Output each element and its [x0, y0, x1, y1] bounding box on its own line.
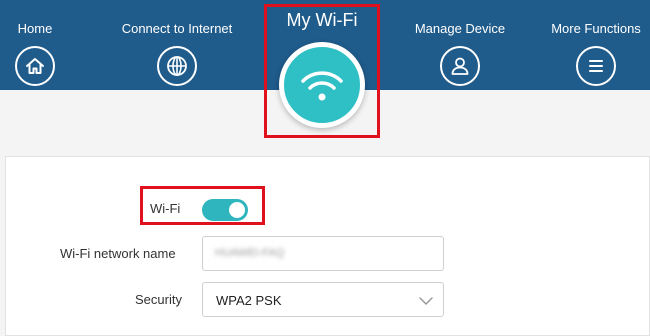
nav-connect-label: Connect to Internet [121, 21, 233, 36]
wifi-icon [279, 42, 365, 128]
network-name-input[interactable]: HUAWEI-FAQ [202, 236, 444, 271]
nav-my-wifi[interactable]: My Wi-Fi [264, 0, 380, 140]
nav-manage-label: Manage Device [414, 21, 506, 36]
menu-icon [576, 46, 616, 86]
network-name-label: Wi-Fi network name [60, 246, 176, 261]
security-value: WPA2 PSK [216, 293, 282, 308]
globe-icon [157, 46, 197, 86]
nav-manage-device[interactable]: Manage Device [400, 0, 520, 90]
chevron-down-icon [419, 294, 433, 309]
nav-my-wifi-label: My Wi-Fi [286, 10, 358, 30]
wifi-label: Wi-Fi [150, 201, 181, 216]
nav-home-label: Home [17, 21, 53, 36]
nav-more-label: More Functions [551, 21, 641, 36]
toggle-knob [229, 202, 245, 218]
nav-connect-to-internet[interactable]: Connect to Internet [108, 0, 246, 90]
security-label: Security [135, 292, 182, 307]
wifi-toggle[interactable] [202, 199, 248, 221]
network-name-value: HUAWEI-FAQ [215, 247, 285, 259]
nav-home[interactable]: Home [4, 0, 66, 90]
user-icon [440, 46, 480, 86]
security-select[interactable]: WPA2 PSK [202, 282, 444, 317]
nav-more-functions[interactable]: More Functions [540, 0, 650, 90]
home-icon [15, 46, 55, 86]
